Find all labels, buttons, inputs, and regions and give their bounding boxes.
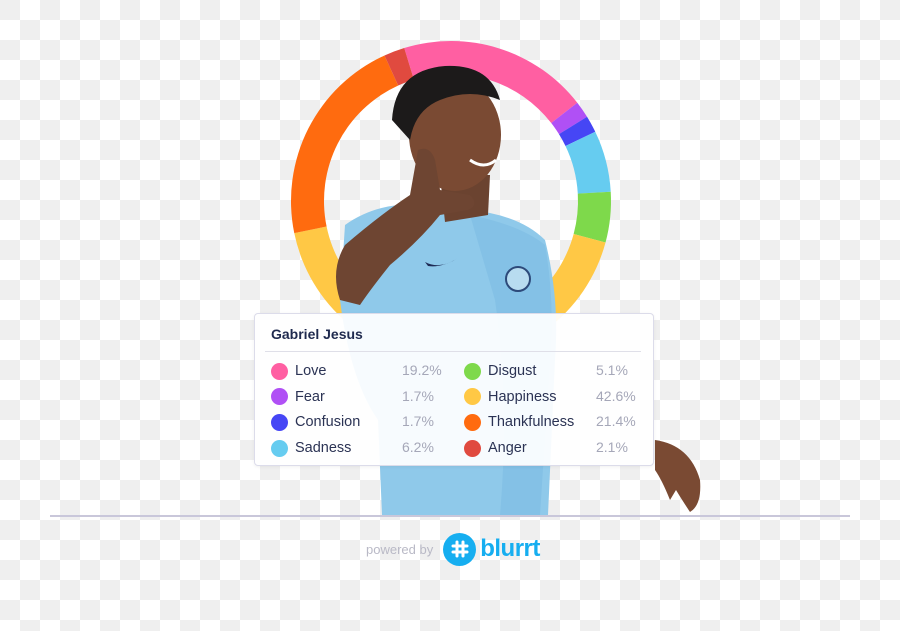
emotion-percent: 6.2%	[402, 439, 434, 456]
legend-item-happiness: Happiness	[464, 386, 557, 408]
color-swatch-icon	[464, 388, 481, 406]
powered-by-badge[interactable]: powered by blurrt	[366, 532, 540, 566]
emotion-label: Confusion	[295, 414, 361, 431]
legend-item-disgust: Disgust	[464, 360, 536, 382]
legend-item-thankfulness: Thankfulness	[464, 411, 574, 433]
emotion-percent: 42.6%	[596, 387, 636, 404]
legend-item-fear: Fear	[271, 386, 325, 408]
legend-item-anger: Anger	[464, 437, 527, 459]
color-swatch-icon	[271, 362, 288, 380]
color-swatch-icon	[271, 413, 288, 431]
club-crest	[505, 266, 531, 292]
emotion-percent: 1.7%	[402, 387, 434, 404]
emotion-label: Sadness	[295, 440, 352, 457]
powered-by-text: powered by	[366, 541, 434, 557]
emotion-percent: 2.1%	[596, 439, 628, 456]
emotion-label: Thankfulness	[488, 414, 575, 431]
color-swatch-icon	[464, 439, 481, 457]
emotion-label: Disgust	[488, 363, 537, 379]
emotion-percent: 19.2%	[402, 362, 442, 378]
color-swatch-icon	[464, 362, 481, 380]
color-swatch-icon	[271, 388, 288, 406]
color-swatch-icon	[271, 439, 288, 457]
hashtag-icon	[443, 532, 477, 566]
legend-item-sadness: Sadness	[271, 437, 351, 459]
emotion-label: Happiness	[488, 388, 557, 405]
emotion-percent: 21.4%	[596, 413, 636, 430]
card-title: Gabriel Jesus	[271, 326, 363, 342]
legend-item-love: Love	[271, 360, 326, 382]
color-swatch-icon	[464, 413, 481, 431]
legend-item-confusion: Confusion	[271, 411, 360, 433]
emotion-label: Anger	[488, 440, 527, 457]
divider-line	[50, 515, 850, 517]
player-hand	[655, 440, 701, 512]
emotion-legend-card: Gabriel Jesus Love 19.2% Fear 1.7% Confusion…	[254, 313, 654, 466]
card-divider	[265, 351, 641, 352]
brand-name: blurrt	[480, 535, 540, 562]
emotion-label: Love	[295, 363, 327, 379]
emotion-label: Fear	[295, 388, 325, 405]
emotion-percent: 1.7%	[402, 413, 434, 430]
emotion-percent: 5.1%	[596, 362, 628, 378]
